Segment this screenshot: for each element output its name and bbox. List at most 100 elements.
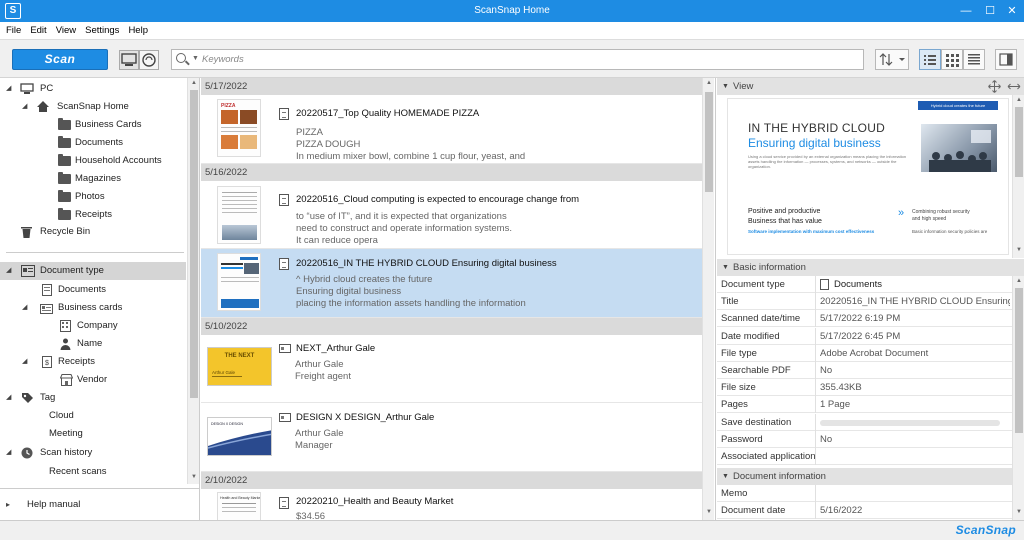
menu-view[interactable]: View: [47, 22, 76, 36]
document-information-header[interactable]: ▼ Document information: [717, 468, 1024, 485]
sidebar-item-recycle-bin[interactable]: Recycle Bin: [0, 223, 186, 241]
sidebar-item-tag-cloud[interactable]: Cloud: [0, 407, 186, 425]
cloud-view-icon[interactable]: [139, 50, 159, 70]
detail-view-icon: [968, 54, 980, 65]
property-value[interactable]: 5/16/2022: [820, 502, 1010, 519]
property-value[interactable]: 20220516_IN THE HYBRID CLOUD Ensuring di…: [820, 293, 1010, 310]
folder-icon: [58, 136, 71, 148]
property-label: Document date: [721, 505, 786, 517]
sidebar-item-tag-meeting[interactable]: Meeting: [0, 425, 186, 443]
scansnap-logo: ScanSnap: [955, 523, 1016, 537]
grid-view-button[interactable]: [941, 49, 963, 70]
document-icon: [279, 108, 289, 120]
pc-view-icon[interactable]: [119, 50, 139, 70]
menu-file[interactable]: File: [0, 22, 21, 36]
property-row: Document type Documents: [717, 276, 1013, 293]
preview-scrollbar[interactable]: ▲ ▼: [1012, 95, 1024, 258]
sidebar-item-pc[interactable]: ◢ PC: [0, 80, 186, 98]
scan-button[interactable]: Scan: [12, 49, 108, 70]
sidebar-folder-documents[interactable]: Documents: [0, 134, 186, 152]
document-thumbnail: [217, 186, 261, 244]
maximize-button[interactable]: ☐: [978, 0, 1002, 22]
property-value[interactable]: No: [820, 431, 1010, 448]
sidebar-folder-business-cards[interactable]: Business Cards: [0, 116, 186, 134]
list-item[interactable]: PIZZA 20220517_Top Quality HOMEMADE PIZZ…: [201, 95, 702, 164]
view-section-header[interactable]: ▼ View: [717, 78, 1024, 95]
sidebar-item-receipts[interactable]: ◢ $ Receipts: [0, 353, 186, 371]
trash-icon: [21, 226, 32, 245]
date-group-header: 2/10/2022: [201, 472, 702, 489]
property-value[interactable]: 355.43KB: [820, 379, 1010, 396]
panel-toggle-button[interactable]: [995, 49, 1017, 70]
window-title: ScanSnap Home: [474, 5, 550, 16]
menu-settings[interactable]: Settings: [76, 22, 119, 36]
sidebar-item-scan-history[interactable]: ◢ Scan history: [0, 444, 186, 462]
search-box[interactable]: ▼: [171, 49, 864, 70]
property-value[interactable]: 5/17/2022 6:45 PM: [820, 328, 1010, 345]
sidebar-item-name[interactable]: Name: [0, 335, 186, 353]
property-row: Pages 1 Page: [717, 396, 1013, 414]
sidebar-item-tag[interactable]: ◢ Tag: [0, 389, 186, 407]
property-value[interactable]: [820, 414, 1010, 432]
property-label: Document type: [721, 279, 785, 290]
chevron-down-icon[interactable]: ▼: [192, 55, 199, 62]
list-item[interactable]: Health and Beauty Market 20220210_Health…: [201, 489, 702, 520]
date-group-header: 5/10/2022: [201, 318, 702, 335]
divider: [6, 252, 184, 253]
property-row: Date modified 5/17/2022 6:45 PM: [717, 327, 1013, 345]
business-card-thumbnail: DESIGN X DESIGN: [207, 417, 272, 456]
status-bar: ScanSnap: [0, 520, 1024, 540]
property-value[interactable]: 5/17/2022 6:19 PM: [820, 310, 1010, 327]
sidebar-folder-receipts[interactable]: Receipts: [0, 206, 186, 224]
list-item[interactable]: 20220516_Cloud computing is expected to …: [201, 181, 702, 249]
sidebar-scrollbar[interactable]: ▲ ▼: [187, 78, 199, 484]
date-group-header: 5/17/2022: [201, 78, 702, 95]
property-value[interactable]: Adobe Acrobat Document: [820, 345, 1010, 362]
sidebar-folder-household-accounts[interactable]: Household Accounts: [0, 152, 186, 170]
divider: [0, 488, 200, 489]
document-thumbnail: [217, 253, 261, 311]
sidebar-folder-photos[interactable]: Photos: [0, 188, 186, 206]
grid-view-icon: [946, 54, 959, 67]
sort-button[interactable]: [875, 49, 909, 70]
minimize-button[interactable]: —: [954, 0, 978, 22]
sidebar-item-recent-scans[interactable]: Recent scans: [0, 463, 186, 481]
chevron-right-icon: »: [898, 207, 905, 219]
sidebar-item-business-cards[interactable]: ◢ Business cards: [0, 299, 186, 317]
property-label: Password: [721, 433, 763, 445]
sidebar-folder-magazines[interactable]: Magazines: [0, 170, 186, 188]
sidebar-item-company[interactable]: Company: [0, 317, 186, 335]
list-view-button[interactable]: [919, 49, 941, 70]
menu-help[interactable]: Help: [119, 22, 148, 36]
property-label: Title: [721, 296, 739, 308]
list-view-icon: [924, 55, 936, 65]
list-scrollbar[interactable]: ▲ ▼: [702, 78, 714, 520]
sidebar-item-vendor[interactable]: Vendor: [0, 371, 186, 389]
document-preview[interactable]: Hybrid cloud creates the future IN THE H…: [727, 98, 1009, 255]
sort-icon: [879, 53, 905, 66]
close-button[interactable]: ✕: [1000, 0, 1024, 22]
sidebar-item-home[interactable]: ◢ ScanSnap Home: [0, 98, 186, 116]
sidebar-item-documents[interactable]: Documents: [0, 281, 186, 299]
search-input[interactable]: [202, 52, 852, 67]
move-icon[interactable]: [988, 80, 1001, 99]
help-manual-link[interactable]: ▸ Help manual: [0, 496, 186, 514]
property-value[interactable]: 1 Page: [820, 396, 1010, 413]
menu-edit[interactable]: Edit: [21, 22, 46, 36]
sidebar-item-document-type[interactable]: ◢ Document type: [0, 262, 186, 280]
list-item[interactable]: THE NEXT Arthur Gale NEXT_Arthur Gale Ar…: [201, 335, 702, 403]
toolbar: Scan ▼: [0, 39, 1024, 78]
property-label: Save destination: [721, 416, 792, 428]
property-row: Password No: [717, 430, 1013, 448]
property-value[interactable]: No: [820, 362, 1010, 379]
details-panel: ▼ View Hybrid cloud creates the future IN…: [717, 78, 1024, 520]
property-value[interactable]: Documents: [834, 276, 1024, 293]
basic-information-header[interactable]: ▼ Basic information: [717, 259, 1024, 276]
properties-scrollbar[interactable]: ▲ ▼: [1012, 276, 1024, 520]
detail-view-button[interactable]: [963, 49, 985, 70]
panel-toggle-icon: [999, 53, 1013, 66]
document-icon: [279, 258, 289, 270]
list-item[interactable]: DESIGN X DESIGN DESIGN X DESIGN_Arthur G…: [201, 403, 702, 472]
list-item-selected[interactable]: 20220516_IN THE HYBRID CLOUD Ensuring di…: [201, 249, 702, 318]
search-icon[interactable]: [176, 53, 186, 63]
